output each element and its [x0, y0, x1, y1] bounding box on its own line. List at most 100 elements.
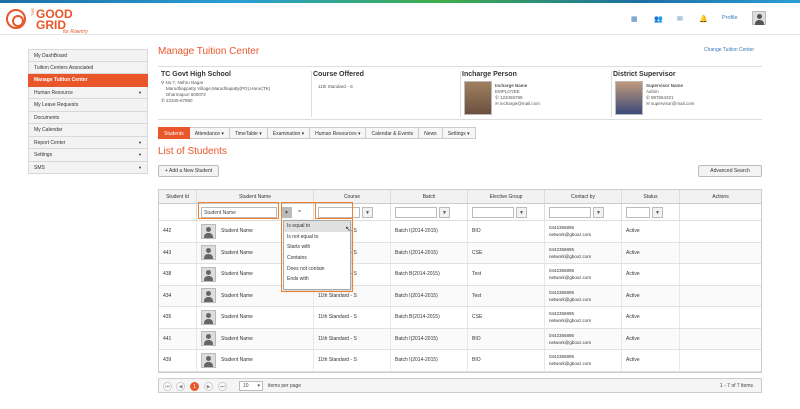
course: 11th Standard - S — [314, 350, 391, 371]
tab-item[interactable]: Calendar & Events — [366, 127, 420, 139]
apps-grid-icon[interactable]: ▦ — [631, 15, 638, 23]
column-header[interactable]: Contact by — [545, 190, 622, 203]
last-page-icon[interactable]: ⏭ — [218, 382, 227, 391]
users-icon[interactable]: 👥 — [654, 15, 663, 23]
student-name-cell: Student Name — [197, 307, 314, 328]
filter-funnel-icon[interactable]: ▼ — [652, 207, 663, 218]
student-id: 442 — [159, 221, 197, 242]
chevron-down-icon: ▼ — [138, 152, 142, 157]
sidebar-item[interactable]: Report Center ▼ — [28, 136, 148, 149]
elective-group: BIO — [468, 350, 545, 371]
contact-phone: 0442356895 — [549, 246, 575, 252]
elective-group: BIO — [468, 221, 545, 242]
column-header[interactable]: Student Id — [159, 190, 197, 203]
student-name: Student Name — [221, 335, 253, 342]
table-row[interactable]: 438Student Name11th Standard - SBatch B(… — [159, 264, 761, 286]
page-size-select[interactable]: 10 ▾ — [239, 381, 263, 391]
batch-filter-input[interactable] — [395, 207, 437, 218]
chevron-down-icon: ▾ — [257, 383, 260, 389]
actions-cell — [680, 286, 761, 307]
elective-filter-input[interactable] — [472, 207, 514, 218]
filter-funnel-icon[interactable]: ▼ — [516, 207, 527, 218]
status: Active — [622, 221, 680, 242]
sidebar-item[interactable]: My Leave Requests — [28, 99, 148, 112]
column-header[interactable]: Batch — [391, 190, 468, 203]
table-row[interactable]: 435 Student Name 11th Standard - S Batch B(… — [159, 307, 761, 329]
sidebar-item[interactable]: Human Resource ▼ — [28, 86, 148, 99]
center-info-panel: TC Govt High School ⚲ No:7, Nehru Nagar … — [158, 66, 762, 120]
center-info: TC Govt High School ⚲ No:7, Nehru Nagar … — [161, 71, 309, 104]
chevron-down-icon: ▼ — [138, 164, 142, 170]
sidebar-item-label: Human Resource — [34, 89, 73, 96]
next-page-icon[interactable]: ▶ — [204, 382, 213, 391]
elective-group: CSE — [468, 242, 545, 263]
tab-item[interactable]: Students — [158, 127, 190, 139]
student-avatar-icon — [201, 309, 216, 325]
table-row[interactable]: 443Student Name11th Standard - SBatch I(… — [159, 242, 761, 264]
contact-email: network@gboxz.com — [549, 232, 592, 238]
filter-funnel-icon[interactable]: ▼ — [362, 207, 373, 218]
course: 11th Standard - S — [314, 328, 391, 349]
actions-cell — [680, 307, 761, 328]
filter-funnel-icon[interactable]: ▼ — [593, 207, 604, 218]
tab-item[interactable]: Human Resources ▾ — [310, 127, 367, 139]
sidebar-item[interactable]: SMS ▼ — [28, 161, 148, 174]
student-id: 443 — [159, 242, 197, 263]
table-row[interactable]: 439 Student Name 11th Standard - S Batch I(… — [159, 350, 761, 372]
mail-icon[interactable]: ✉ — [677, 15, 683, 23]
user-avatar-icon[interactable] — [752, 11, 766, 25]
page-title: Manage Tuition Center — [158, 46, 260, 57]
profile-link[interactable]: Profile — [722, 15, 738, 21]
tab-item[interactable]: Attendance ▾ — [189, 127, 230, 139]
highlight-box — [315, 202, 353, 219]
sidebar-item-label: Settings — [34, 152, 53, 158]
table-row[interactable]: 442Student Name11th Standard - SBatch I(… — [159, 221, 761, 243]
contact-cell: 0442356895 network@gboxz.com — [545, 264, 622, 285]
elective-group: BIO — [468, 328, 545, 349]
tab-item[interactable]: News — [419, 127, 443, 139]
chevron-down-icon: ▼ — [138, 89, 142, 95]
table-row[interactable]: 441 Student Name 11th Standard - S Batch I(… — [159, 328, 761, 350]
tab-item[interactable]: TimeTable ▾ — [229, 127, 268, 139]
contact-cell: 0442356895 network@gboxz.com — [545, 285, 622, 306]
column-header[interactable]: Status — [622, 190, 680, 203]
logo-grid: GRID — [36, 18, 66, 32]
advanced-search-button[interactable]: Advanced Search — [698, 165, 762, 177]
sidebar-item[interactable]: My DashBoard — [28, 49, 148, 62]
incharge-info: Incharge Person Incharge Name EMPLOYEE ✆… — [460, 71, 608, 117]
table-row[interactable]: 434 Student Name 11th Standard - S Batch I(… — [159, 285, 761, 307]
status-filter-input[interactable] — [626, 207, 650, 218]
sidebar-item-label: My Leave Requests — [34, 102, 79, 108]
prev-page-icon[interactable]: ◀ — [176, 382, 185, 391]
current-page[interactable]: 1 — [190, 382, 199, 391]
sidebar-item-label: SMS — [34, 164, 45, 171]
batch: Batch I(2014-2015) — [391, 285, 468, 306]
elective-group: CSE — [468, 307, 545, 328]
incharge-heading: Incharge Person — [462, 71, 517, 78]
sidebar-item[interactable]: Manage Tuition Center — [28, 74, 148, 87]
sidebar-item[interactable]: Settings ▼ — [28, 149, 148, 162]
student-avatar-icon — [201, 352, 216, 368]
student-name: Student Name — [221, 292, 253, 299]
add-student-button[interactable]: + Add a New Student — [158, 165, 220, 177]
bell-icon[interactable]: 🔔 — [699, 15, 708, 23]
change-tuition-center-link[interactable]: Change Tuition Center — [704, 47, 754, 53]
course-heading: Course Offered — [313, 71, 364, 78]
student-name-cell: Student Name — [197, 350, 314, 371]
incharge-photo — [464, 81, 492, 115]
contact-filter-input[interactable] — [549, 207, 591, 218]
contact-email: network@gboxz.com — [549, 275, 592, 281]
sidebar-item[interactable]: Documents — [28, 111, 148, 124]
tab-item[interactable]: Examination ▾ — [267, 127, 311, 139]
sidebar: My DashBoard Tuition Centers Associated Ma… — [28, 49, 148, 174]
sidebar-item[interactable]: My Calendar — [28, 124, 148, 137]
tab-item[interactable]: Settings ▾ — [442, 127, 476, 139]
elective-group: Test — [468, 285, 545, 306]
column-header[interactable]: Actions — [680, 190, 761, 203]
sidebar-item[interactable]: Tuition Centers Associated — [28, 61, 148, 74]
column-header[interactable]: Elective Group — [468, 190, 545, 203]
first-page-icon[interactable]: ⏮ — [163, 382, 172, 391]
filter-funnel-icon[interactable]: ▼ — [439, 207, 450, 218]
student-avatar-icon — [201, 245, 216, 261]
contact-email: network@gboxz.com — [549, 318, 592, 324]
